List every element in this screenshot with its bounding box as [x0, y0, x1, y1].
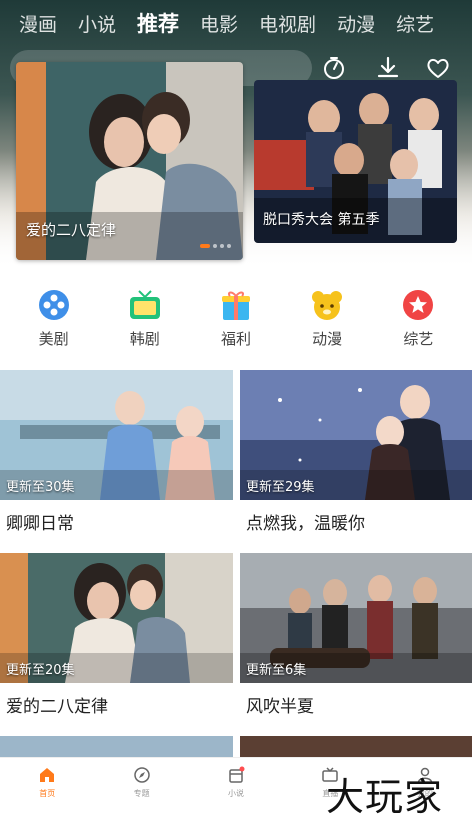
video-thumbnail: 更新至6集: [240, 553, 472, 683]
bear-icon: [312, 291, 343, 320]
tab-novel[interactable]: 小说: [78, 10, 116, 37]
tv-icon: [129, 290, 160, 319]
film-reel-icon: [38, 290, 69, 320]
hero-main-caption: 爱的二八定律: [26, 221, 117, 239]
category-label: 福利: [220, 330, 251, 348]
video-card[interactable]: 更新至6集 风吹半夏: [240, 553, 472, 717]
home-icon: [40, 768, 55, 782]
video-thumbnail: 更新至20集: [0, 553, 233, 683]
watermark-text: 大玩家: [326, 775, 444, 819]
nav-label: 小说: [228, 789, 245, 798]
tab-variety[interactable]: 综艺: [396, 10, 434, 37]
tab-anime[interactable]: 动漫: [337, 10, 375, 37]
hero-side-caption: 脱口秀大会 第五季: [263, 212, 380, 228]
timer-icon[interactable]: [320, 54, 348, 82]
book-icon: [229, 766, 245, 783]
nav-home[interactable]: 首页: [0, 758, 94, 819]
nav-label: 专题: [133, 789, 150, 798]
tab-tv-series[interactable]: 电视剧: [259, 10, 316, 37]
favorite-icon[interactable]: [424, 54, 452, 82]
category-anime[interactable]: 动漫: [292, 288, 362, 352]
tab-movie[interactable]: 电影: [200, 10, 238, 37]
update-status: 更新至30集: [6, 480, 75, 495]
app-screen: { "top_tabs": [ {"label": "漫画", "active"…: [0, 0, 472, 819]
video-title: 风吹半夏: [246, 697, 314, 717]
video-title: 点燃我，温暖你: [246, 514, 365, 534]
carousel-dot[interactable]: [200, 244, 210, 248]
category-label: 美剧: [38, 330, 69, 348]
category-variety[interactable]: 综艺: [383, 288, 453, 352]
top-tab-bar: 漫画 小说 推荐 电影 电视剧 动漫 综艺: [0, 6, 472, 40]
carousel-indicator: [200, 244, 231, 248]
download-icon[interactable]: [374, 54, 402, 82]
hero-banner-side[interactable]: 脱口秀大会 第五季: [254, 80, 457, 243]
video-thumbnail: 更新至29集: [240, 370, 472, 500]
hero-banner-main[interactable]: 爱的二八定律: [16, 62, 243, 260]
category-row: 美剧 韩剧 福利 动漫 综艺: [0, 288, 472, 352]
video-card-partial[interactable]: [0, 736, 233, 757]
category-label: 动漫: [312, 330, 343, 348]
video-card[interactable]: 更新至29集 点燃我，温暖你: [240, 370, 472, 534]
nav-topics[interactable]: 专题: [94, 758, 188, 819]
nav-novel[interactable]: 小说: [189, 758, 283, 819]
category-k-drama[interactable]: 韩剧: [110, 288, 180, 352]
carousel-dot[interactable]: [227, 244, 231, 248]
compass-icon: [133, 767, 150, 783]
video-card[interactable]: 更新至20集 爱的二八定律: [0, 553, 233, 717]
category-us-drama[interactable]: 美剧: [19, 288, 89, 352]
category-welfare[interactable]: 福利: [201, 288, 271, 352]
video-card[interactable]: 更新至30集 卿卿日常: [0, 370, 233, 534]
video-card-partial[interactable]: [240, 736, 472, 757]
category-label: 综艺: [403, 330, 434, 348]
carousel-dot[interactable]: [220, 244, 224, 248]
carousel-dot[interactable]: [213, 244, 217, 248]
gift-box-icon: [221, 291, 250, 320]
video-title: 卿卿日常: [6, 514, 74, 534]
update-status: 更新至29集: [246, 480, 315, 495]
update-status: 更新至20集: [6, 663, 75, 678]
tab-recommend[interactable]: 推荐: [137, 8, 179, 38]
video-thumbnail: 更新至30集: [0, 370, 233, 500]
video-title: 爱的二八定律: [6, 697, 108, 717]
tab-manhua[interactable]: 漫画: [19, 10, 57, 37]
category-label: 韩剧: [129, 330, 160, 348]
star-icon: [403, 290, 434, 320]
update-status: 更新至6集: [246, 663, 307, 678]
nav-label: 首页: [39, 789, 56, 798]
